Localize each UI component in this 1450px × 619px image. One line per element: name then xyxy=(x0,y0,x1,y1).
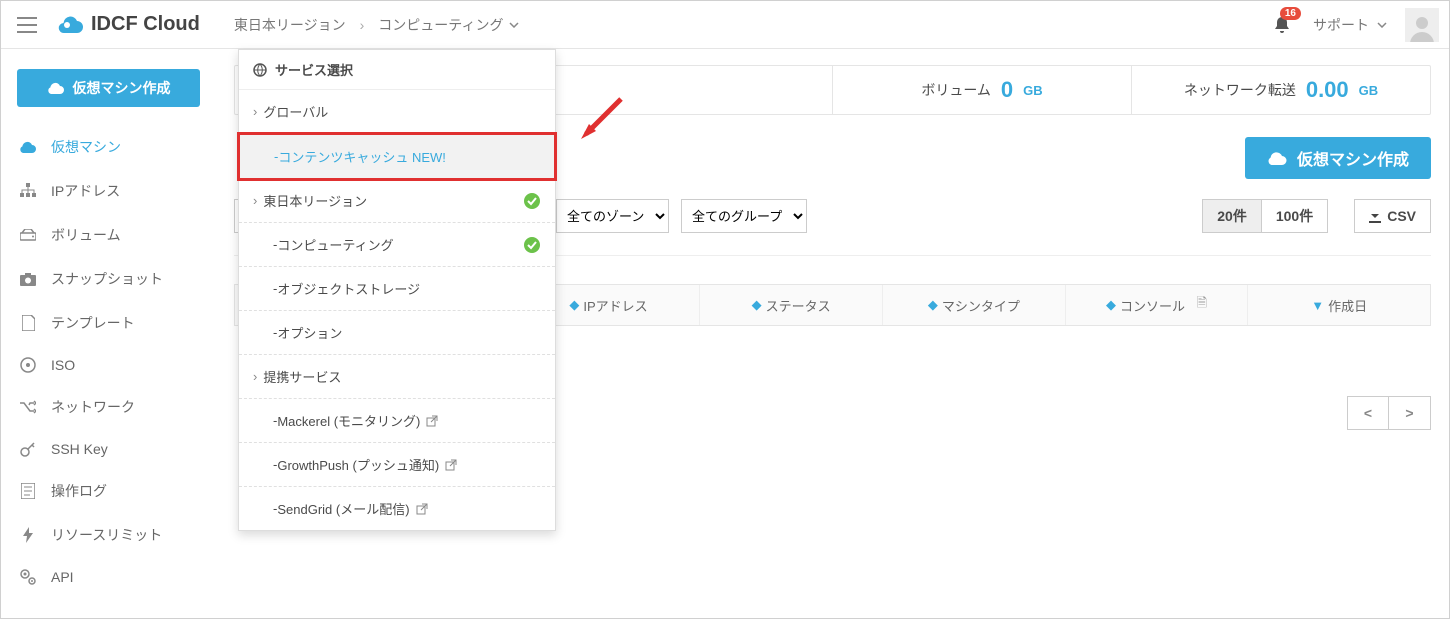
chevron-down-icon xyxy=(509,22,519,28)
external-link-icon xyxy=(426,415,438,427)
breadcrumb-region[interactable]: 東日本リージョン xyxy=(234,15,346,35)
dropdown-item-mackerel[interactable]: - Mackerel (モニタリング) xyxy=(239,399,555,443)
file-icon: 🗎 xyxy=(1197,294,1207,316)
notification-badge: 16 xyxy=(1280,7,1301,20)
camera-icon xyxy=(19,273,37,286)
logo-text: IDCF Cloud xyxy=(91,13,200,36)
pagesize-group: 20件 100件 xyxy=(1202,199,1328,233)
sidebar-item-template[interactable]: テンプレート xyxy=(1,301,216,345)
th-status[interactable]: ◆ステータス xyxy=(700,285,883,325)
dropdown-header: サービス選択 xyxy=(239,50,555,90)
pagesize-100[interactable]: 100件 xyxy=(1262,199,1328,233)
sort-icon: ◆ xyxy=(752,297,762,313)
sidebar-item-network[interactable]: ネットワーク xyxy=(1,385,216,429)
stat-volume: ボリューム 0 GB xyxy=(833,66,1132,114)
sitemap-icon xyxy=(19,183,37,199)
sidebar-item-resource[interactable]: リソースリミット xyxy=(1,513,216,557)
group-select[interactable]: 全てのグループ xyxy=(681,199,807,233)
cloud-icon xyxy=(47,81,65,95)
sidebar-item-label: ISO xyxy=(51,357,75,373)
dropdown-item-content-cache[interactable]: - コンテンツキャッシュ NEW! xyxy=(237,132,557,181)
dropdown-item-computing[interactable]: - コンピューティング xyxy=(239,223,555,267)
dropdown-item-global[interactable]: › グローバル xyxy=(239,90,555,134)
service-dropdown: サービス選択 › グローバル - コンテンツキャッシュ NEW! › 東日本リー… xyxy=(238,49,556,531)
sidebar-item-sshkey[interactable]: SSH Key xyxy=(1,429,216,469)
create-vm-button[interactable]: 仮想マシン作成 xyxy=(17,69,200,107)
key-icon xyxy=(19,441,37,457)
cloud-icon xyxy=(19,140,37,154)
sidebar-item-label: SSH Key xyxy=(51,441,108,457)
breadcrumb-separator: › xyxy=(360,17,365,33)
pagesize-20[interactable]: 20件 xyxy=(1202,199,1262,233)
sidebar-item-label: リソースリミット xyxy=(51,525,162,545)
sidebar-item-label: テンプレート xyxy=(51,313,135,333)
person-icon xyxy=(1407,12,1437,42)
zone-select[interactable]: 全てのゾーン xyxy=(556,199,669,233)
dropdown-item-option[interactable]: - オプション xyxy=(239,311,555,355)
cloud-icon xyxy=(1267,150,1287,166)
th-created[interactable]: ▼作成日 xyxy=(1248,285,1430,325)
sort-icon: ◆ xyxy=(928,297,938,313)
external-link-icon xyxy=(445,459,457,471)
hamburger-menu[interactable] xyxy=(7,9,47,41)
sidebar-item-label: ネットワーク xyxy=(51,397,135,417)
gears-icon xyxy=(19,569,37,585)
breadcrumb-service[interactable]: コンピューティング xyxy=(378,15,519,35)
dropdown-item-sendgrid[interactable]: - SendGrid (メール配信) xyxy=(239,487,555,530)
sidebar-item-label: 仮想マシン xyxy=(51,137,121,157)
check-icon xyxy=(523,192,541,210)
external-link-icon xyxy=(416,503,428,515)
globe-icon xyxy=(253,63,267,77)
annotation-arrow xyxy=(571,89,631,149)
sidebar-item-ip[interactable]: IPアドレス xyxy=(1,169,216,213)
chevron-right-icon: › xyxy=(253,193,257,208)
file-icon xyxy=(19,315,37,331)
create-vm-button-main[interactable]: 仮想マシン作成 xyxy=(1245,137,1431,179)
sidebar-item-log[interactable]: 操作ログ xyxy=(1,469,216,513)
sidebar-item-label: IPアドレス xyxy=(51,181,120,201)
sidebar: 仮想マシン作成 仮想マシン IPアドレス ボリューム スナップショット テンプレ… xyxy=(1,49,216,618)
sidebar-item-label: スナップショット xyxy=(51,269,163,289)
chevron-down-icon xyxy=(1377,22,1387,28)
sort-icon: ◆ xyxy=(1106,297,1116,313)
sidebar-item-label: 操作ログ xyxy=(51,481,107,501)
hdd-icon xyxy=(19,229,37,241)
sidebar-item-label: API xyxy=(51,569,74,585)
pager-next[interactable]: > xyxy=(1389,396,1431,430)
stat-network: ネットワーク転送 0.00 GB xyxy=(1132,66,1430,114)
sidebar-item-iso[interactable]: ISO xyxy=(1,345,216,385)
download-icon xyxy=(1369,209,1381,223)
avatar[interactable] xyxy=(1405,8,1439,42)
list-icon xyxy=(19,483,37,499)
sidebar-item-label: ボリューム xyxy=(51,225,121,245)
th-console[interactable]: ◆コンソール 🗎 xyxy=(1066,285,1249,325)
th-machine-type[interactable]: ◆マシンタイプ xyxy=(883,285,1066,325)
chevron-right-icon: › xyxy=(253,369,257,384)
check-icon xyxy=(523,236,541,254)
bolt-icon xyxy=(19,527,37,543)
csv-button[interactable]: CSV xyxy=(1354,199,1431,233)
sort-desc-icon: ▼ xyxy=(1311,298,1324,313)
support-menu[interactable]: サポート xyxy=(1313,15,1387,35)
sidebar-item-volume[interactable]: ボリューム xyxy=(1,213,216,257)
notifications-button[interactable]: 16 xyxy=(1269,11,1295,39)
sort-icon: ◆ xyxy=(569,297,579,313)
sidebar-item-api[interactable]: API xyxy=(1,557,216,597)
sidebar-item-vm[interactable]: 仮想マシン xyxy=(1,125,216,169)
shuffle-icon xyxy=(19,400,37,414)
disc-icon xyxy=(19,357,37,373)
logo[interactable]: IDCF Cloud xyxy=(47,13,210,37)
breadcrumb: 東日本リージョン › コンピューティング xyxy=(234,15,520,35)
pager-prev[interactable]: < xyxy=(1347,396,1389,430)
dropdown-item-partner[interactable]: › 提携サービス xyxy=(239,355,555,399)
dropdown-item-east-region[interactable]: › 東日本リージョン xyxy=(239,179,555,223)
dropdown-item-growthpush[interactable]: - GrowthPush (プッシュ通知) xyxy=(239,443,555,487)
dropdown-item-object-storage[interactable]: - オブジェクトストレージ xyxy=(239,267,555,311)
sidebar-item-snapshot[interactable]: スナップショット xyxy=(1,257,216,301)
chevron-right-icon: › xyxy=(253,104,257,119)
